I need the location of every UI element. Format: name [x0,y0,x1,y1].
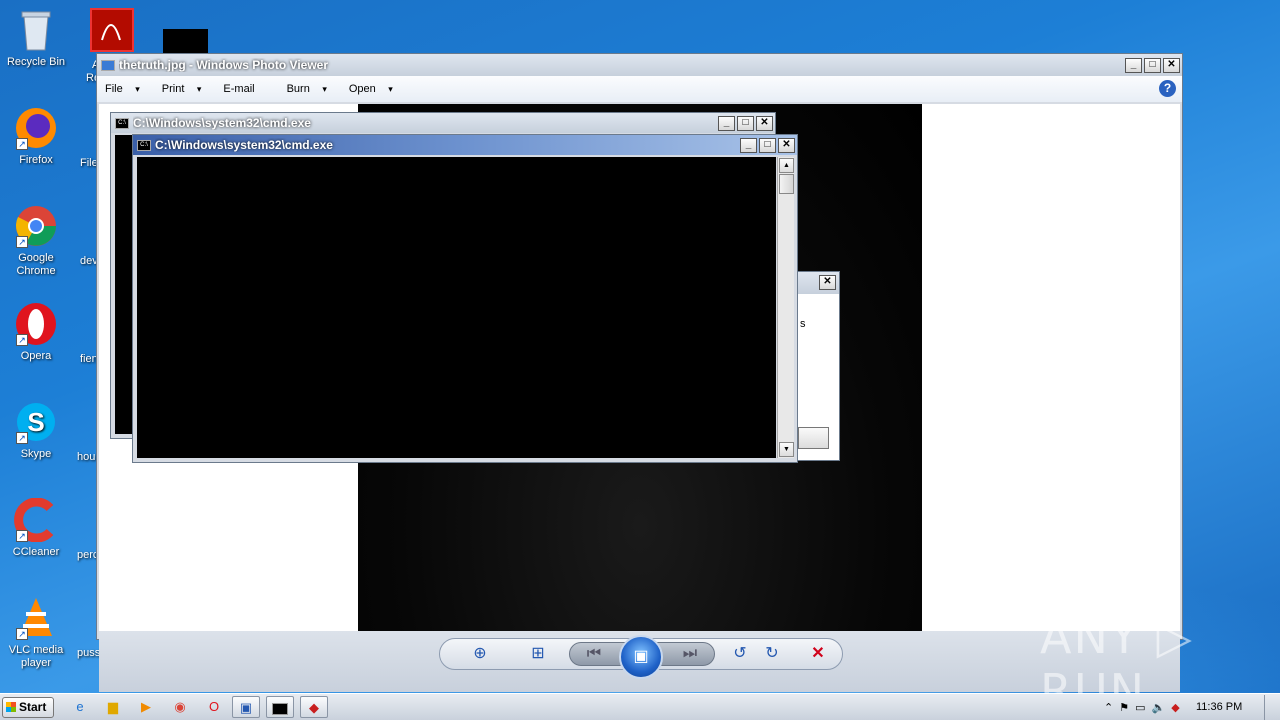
dialog-close-button[interactable]: ✕ [819,275,836,290]
close-button[interactable]: ✕ [756,115,773,131]
taskbar-opera-icon[interactable]: O [200,696,228,718]
scroll-down-icon[interactable]: ▼ [779,442,794,457]
rotate-left-icon[interactable]: ↺ [727,638,753,670]
taskbar-clock[interactable]: 11:36 PM [1196,701,1242,713]
desktop-icon-skype[interactable]: S ↗ Skype [0,400,72,461]
hidden-dialog-titlebar: ✕ [798,272,839,294]
zoom-icon[interactable]: ⊕ [467,638,493,670]
menu-file[interactable]: File [105,83,140,95]
photo-viewer-app-icon [101,59,115,71]
firefox-icon: ↗ [14,106,58,150]
cmd-scrollbar[interactable]: ▲ ▼ [777,157,794,458]
photo-viewer-menubar: File Print E-mail Burn Open ? [97,76,1182,102]
cmd-front-titlebar[interactable]: C:\ C:\Windows\system32\cmd.exe _ □ ✕ [133,135,797,155]
cmd-back-title: C:\Windows\system32\cmd.exe [133,116,311,130]
help-icon[interactable]: ? [1159,80,1176,97]
desktop-icon-label: Opera [20,350,52,362]
taskbar-photo-viewer-button[interactable]: ▣ [232,696,260,718]
desktop-icon-label: Skype [20,448,52,460]
minimize-button[interactable]: _ [740,137,757,153]
taskbar: Start e ▆ ▶ ◉ O ▣ ◆ ⌃ ⚑ ▭ 🔈 ◆ 11:36 PM [0,693,1280,720]
ccleaner-icon: ↗ [14,497,58,543]
desktop-icon-label: Google Chrome [16,252,56,277]
cmd-front-title: C:\Windows\system32\cmd.exe [155,138,333,152]
cmd-front-console[interactable] [137,157,776,458]
shortcut-arrow-icon: ↗ [16,530,28,542]
hidden-dialog-window[interactable]: ✕ s [797,271,840,461]
shortcut-arrow-icon: ↗ [16,236,28,248]
actual-size-icon[interactable]: ⊞ [525,638,551,670]
desktop-icon-label: Recycle Bin [6,56,66,68]
menu-open[interactable]: Open [349,83,393,95]
photo-viewer-titlebar[interactable]: thetruth.jpg - Windows Photo Viewer _ □ … [97,54,1182,76]
shortcut-arrow-icon: ↗ [16,138,28,150]
pdf-file-icon[interactable] [90,8,134,52]
close-button[interactable]: ✕ [1163,57,1180,73]
menu-burn[interactable]: Burn [287,83,327,95]
system-tray: ⌃ ⚑ ▭ 🔈 ◆ [1104,697,1180,718]
taskbar-ie-icon[interactable]: e [66,696,94,718]
tray-program-icon[interactable]: ◆ [1171,701,1179,714]
vlc-icon: ↗ [14,596,58,640]
menu-email[interactable]: E-mail [223,83,264,95]
black-file-icon[interactable] [163,29,208,53]
desktop-icon-opera[interactable]: ↗ Opera [0,302,72,363]
desktop-icon-label: VLC media player [8,644,64,669]
taskbar-explorer-icon[interactable]: ▆ [99,696,127,718]
taskbar-cmd-button[interactable] [266,696,294,718]
taskbar-media-player-icon[interactable]: ▶ [132,696,160,718]
desktop-icon-firefox[interactable]: ↗ Firefox [0,106,72,167]
rotate-right-icon[interactable]: ↻ [759,638,785,670]
opera-icon: ↗ [14,302,58,346]
tray-expand-icon[interactable]: ⌃ [1104,701,1113,714]
previous-icon[interactable]: ⏮ [581,638,607,670]
dialog-button[interactable] [798,427,829,449]
cmd-window-front[interactable]: C:\ C:\Windows\system32\cmd.exe _ □ ✕ ▲ … [132,134,798,463]
menu-print[interactable]: Print [162,83,202,95]
skype-icon: S ↗ [14,400,58,444]
desktop-icon-chrome[interactable]: ↗ Google Chrome [0,204,72,278]
taskbar-app-button[interactable]: ◆ [300,696,328,718]
volume-icon[interactable]: 🔈 [1152,701,1166,714]
photo-viewer-title: thetruth.jpg - Windows Photo Viewer [119,58,328,72]
desktop-icon-recycle-bin[interactable]: Recycle Bin [0,8,72,69]
cmd-back-titlebar[interactable]: C:\ C:\Windows\system32\cmd.exe _ □ ✕ [111,113,775,133]
next-icon[interactable]: ⏭ [677,638,703,670]
cmd-app-icon: C:\ [115,117,129,129]
svg-text:S: S [27,407,44,437]
shortcut-arrow-icon: ↗ [16,432,28,444]
chrome-icon: ↗ [14,204,58,248]
shortcut-arrow-icon: ↗ [16,334,28,346]
partial-label-hou: hou [77,451,96,463]
network-icon[interactable]: ▭ [1135,701,1145,714]
cmd-app-icon: C:\ [137,139,151,151]
maximize-button[interactable]: □ [1144,57,1161,73]
dialog-partial-text: s [800,318,806,330]
close-button[interactable]: ✕ [778,137,795,153]
photo-viewer-controls: ⊕ ⊞ ⏮ ▣ ⏭ ↺ ↻ ✕ [99,631,1180,692]
desktop-icon-vlc[interactable]: ↗ VLC media player [0,596,72,670]
minimize-button[interactable]: _ [1125,57,1142,73]
scroll-thumb[interactable] [779,174,794,194]
desktop-icon-label: Firefox [19,154,53,166]
taskbar-chrome-icon[interactable]: ◉ [166,696,194,718]
shortcut-arrow-icon: ↗ [16,628,28,640]
maximize-button[interactable]: □ [737,115,754,131]
slideshow-button[interactable]: ▣ [619,635,663,679]
desktop-icon-label: CCleaner [12,546,60,558]
desktop-icon-ccleaner[interactable]: ↗ CCleaner [0,497,72,559]
delete-icon[interactable]: ✕ [805,638,831,670]
recycle-bin-icon [14,8,58,52]
minimize-button[interactable]: _ [718,115,735,131]
action-center-flag-icon[interactable]: ⚑ [1119,701,1129,714]
start-button[interactable]: Start [2,697,54,718]
show-desktop-button[interactable] [1264,695,1278,720]
maximize-button[interactable]: □ [759,137,776,153]
scroll-up-icon[interactable]: ▲ [779,158,794,173]
